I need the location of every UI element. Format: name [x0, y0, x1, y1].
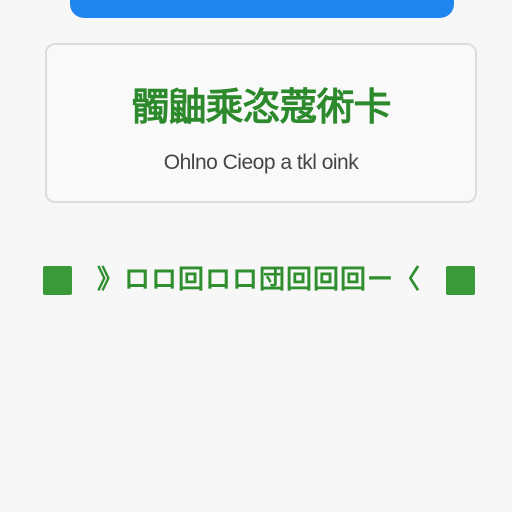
code-row: 》ロロ回ロロ団回回回ー〈 [43, 264, 475, 296]
info-card: 髑鼬乘恣蔻術卡 Ohlno Cieop a tkl oink [45, 43, 477, 203]
code-text: 》ロロ回ロロ団回回回ー〈 [96, 265, 421, 295]
screen: 髑鼬乘恣蔻術卡 Ohlno Cieop a tkl oink 》ロロ回ロロ団回回… [0, 0, 512, 512]
card-title: 髑鼬乘恣蔻術卡 [131, 84, 391, 129]
card-subtitle: Ohlno Cieop a tkl oink [163, 151, 359, 174]
top-action-button[interactable] [70, 0, 454, 18]
left-block-icon [43, 265, 72, 295]
right-block-icon [446, 265, 475, 295]
